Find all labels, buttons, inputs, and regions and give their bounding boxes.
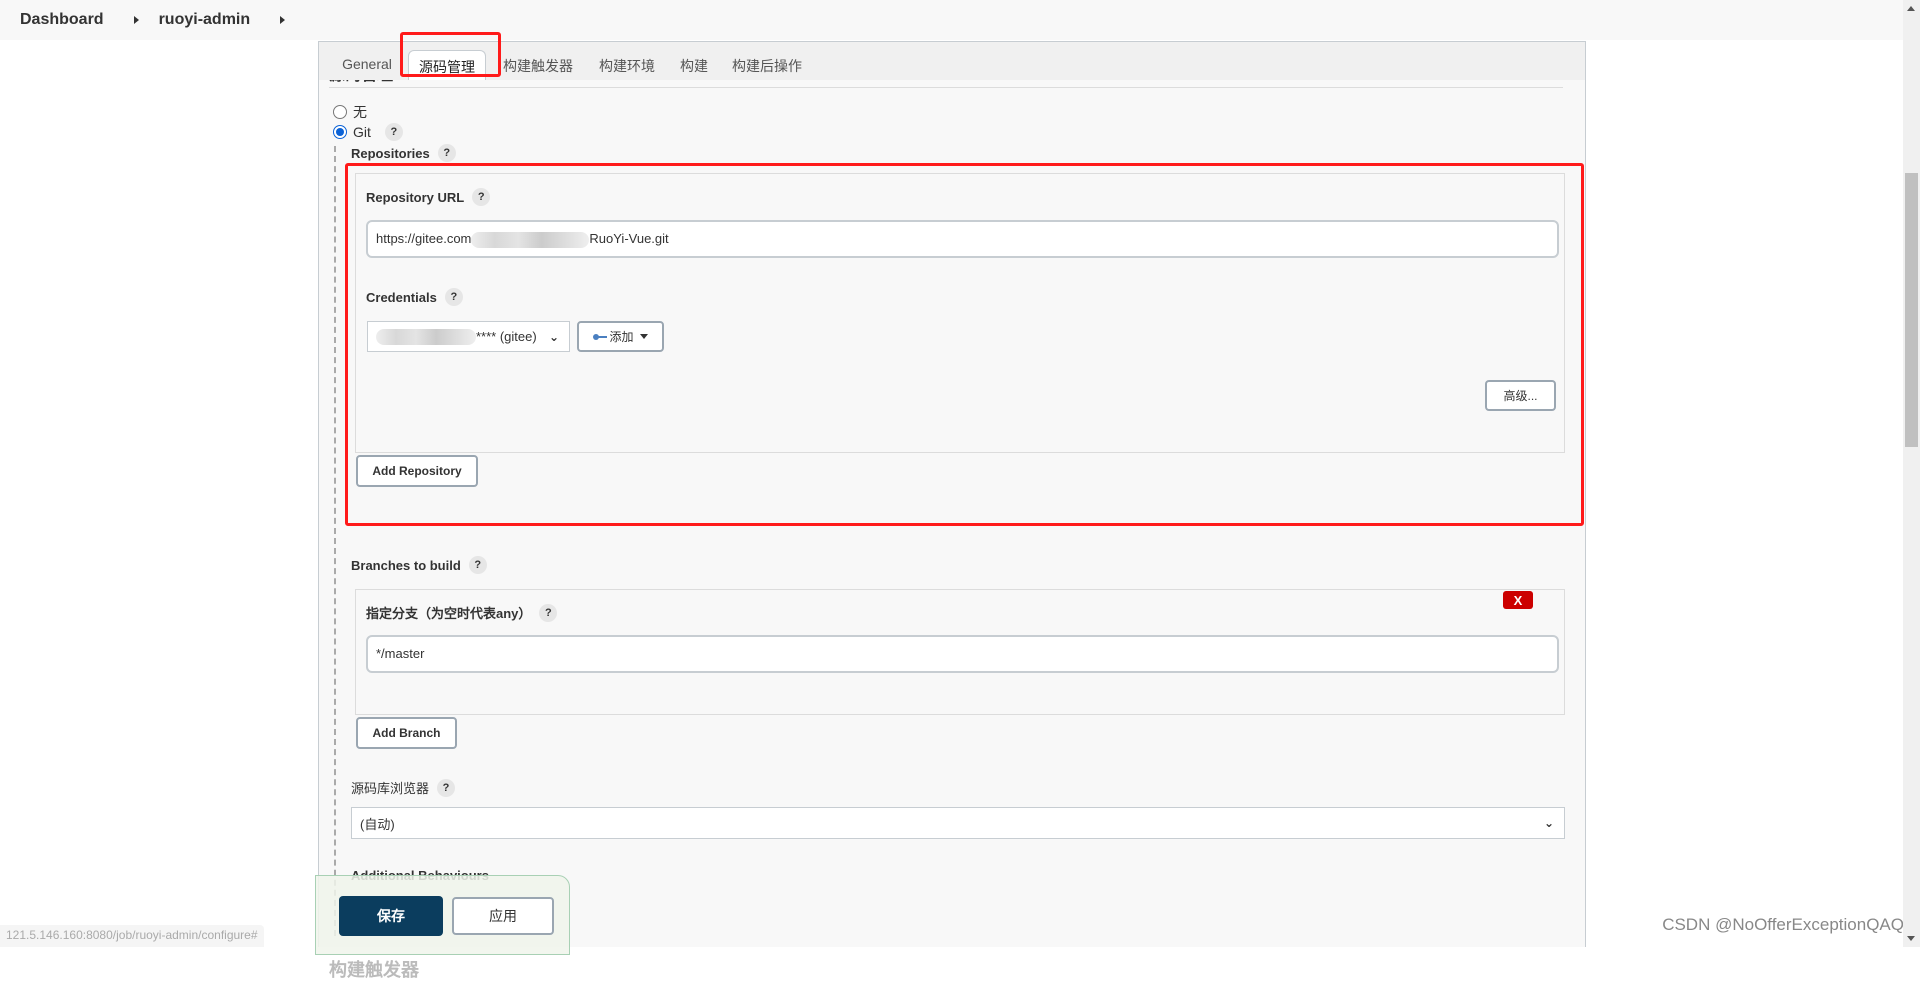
redacted-credential [376, 328, 476, 345]
status-bar-url: 121.5.146.160:8080/job/ruoyi-admin/confi… [0, 925, 264, 947]
section-title-build-triggers: 构建触发器 [329, 960, 419, 980]
remove-branch-button[interactable]: X [1503, 591, 1533, 609]
save-button[interactable]: 保存 [339, 896, 443, 936]
key-icon [593, 333, 608, 340]
tab-build[interactable]: 构建 [669, 50, 719, 80]
add-credentials-button[interactable]: 添加 [577, 321, 664, 352]
credentials-value: **** (gitee) [476, 329, 537, 344]
branch-specifier-label: 指定分支（为空时代表any） ? [366, 603, 558, 622]
repository-url-input[interactable]: https://gitee.com RuoYi-Vue.git [366, 220, 1559, 258]
repo-browser-label: 源码库浏览器 ? [351, 778, 456, 797]
credentials-label: Credentials ? [366, 288, 463, 306]
tab-scm[interactable]: 源码管理 [408, 50, 486, 80]
git-help-icon[interactable]: ? [384, 123, 403, 141]
repository-url-label: Repository URL ? [366, 188, 491, 206]
credentials-select[interactable]: **** (gitee) ⌄ [367, 321, 570, 352]
apply-button[interactable]: 应用 [452, 897, 554, 935]
scroll-down-icon[interactable] [1907, 936, 1915, 941]
tab-post-build[interactable]: 构建后操作 [724, 50, 810, 80]
config-tabs: General 源码管理 构建触发器 构建环境 构建 构建后操作 [319, 42, 1585, 80]
caret-down-icon [639, 334, 648, 339]
scroll-thumb[interactable] [1905, 173, 1918, 447]
tab-build-environment[interactable]: 构建环境 [591, 50, 663, 80]
add-repository-button[interactable]: Add Repository [356, 455, 478, 487]
repo-browser-select[interactable]: (自动) ⌄ [351, 807, 1565, 839]
git-section-indent-line [334, 146, 336, 936]
radio-none-label: 无 [353, 104, 367, 120]
branches-label-text: Branches to build [351, 557, 461, 573]
branch-specifier-input[interactable]: */master [366, 635, 1559, 673]
redacted-path [471, 231, 590, 248]
section-divider [329, 87, 1563, 88]
chevron-down-icon: ⌄ [548, 329, 559, 344]
breadcrumb-dashboard[interactable]: Dashboard [20, 11, 104, 29]
credentials-help-icon[interactable]: ? [444, 288, 463, 306]
scroll-up-icon[interactable] [1907, 6, 1915, 11]
repo-browser-label-text: 源码库浏览器 [351, 781, 430, 796]
branches-label: Branches to build ? [351, 556, 487, 574]
breadcrumb: Dashboard ruoyi-admin [0, 0, 1903, 40]
repository-url-suffix: RuoYi-Vue.git [589, 231, 669, 246]
repo-browser-value: (自动) [360, 816, 395, 832]
add-credentials-label: 添加 [609, 330, 634, 344]
radio-git[interactable] [333, 125, 347, 139]
breadcrumb-chevron-icon[interactable] [280, 16, 286, 24]
tab-build-triggers[interactable]: 构建触发器 [495, 50, 581, 80]
repositories-help-icon[interactable]: ? [437, 144, 456, 162]
breadcrumb-chevron-icon[interactable] [133, 16, 139, 24]
breadcrumb-job[interactable]: ruoyi-admin [159, 11, 251, 29]
radio-none[interactable] [333, 105, 347, 119]
branch-specifier-label-text: 指定分支（为空时代表any） [366, 606, 532, 621]
credentials-label-text: Credentials [366, 289, 437, 305]
branch-specifier-help-icon[interactable]: ? [539, 603, 558, 622]
scm-option-git[interactable]: Git ? [333, 123, 403, 141]
page-scrollbar[interactable] [1903, 0, 1920, 947]
config-panel: General 源码管理 构建触发器 构建环境 构建 构建后操作 源码管理 无 … [318, 41, 1586, 980]
repositories-label-text: Repositories [351, 145, 430, 161]
repository-url-help-icon[interactable]: ? [472, 188, 491, 206]
radio-git-label: Git [353, 124, 371, 140]
chevron-down-icon: ⌄ [1543, 816, 1554, 830]
repo-browser-help-icon[interactable]: ? [437, 778, 456, 797]
tab-general[interactable]: General [333, 50, 401, 80]
repository-url-label-text: Repository URL [366, 189, 465, 205]
branches-help-icon[interactable]: ? [468, 556, 487, 574]
advanced-button[interactable]: 高级... [1485, 380, 1556, 411]
scm-option-none[interactable]: 无 [333, 102, 367, 122]
watermark: CSDN @NoOfferExceptionQAQ [1662, 915, 1904, 934]
repository-url-prefix: https://gitee.com [376, 231, 472, 246]
repository-box [355, 173, 1565, 453]
add-branch-button[interactable]: Add Branch [356, 717, 457, 749]
repositories-label: Repositories ? [351, 144, 456, 162]
